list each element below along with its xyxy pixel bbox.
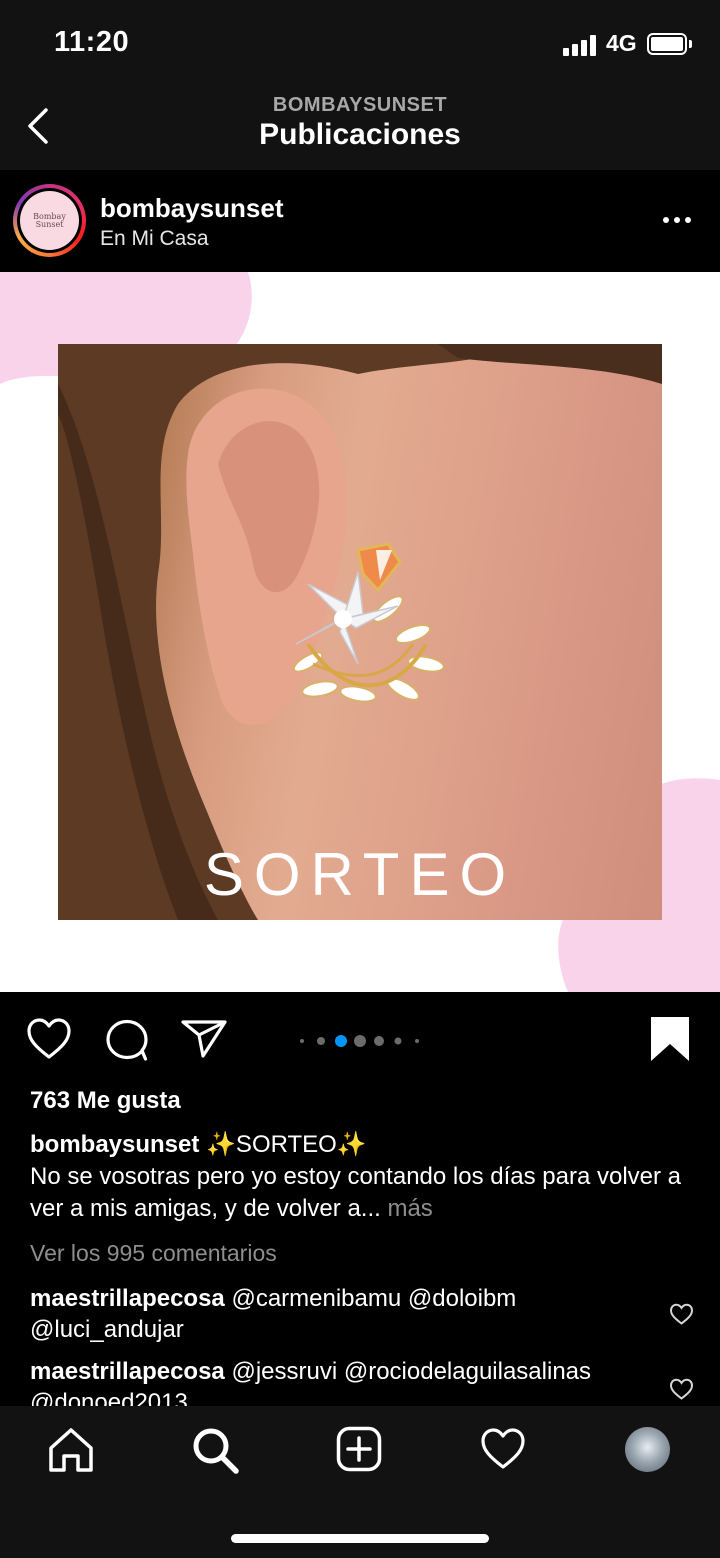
profile-avatar[interactable] — [625, 1427, 670, 1472]
network-type: 4G — [606, 30, 637, 56]
story-ring[interactable]: Bombay Sunset — [13, 184, 86, 257]
share-icon[interactable] — [180, 1018, 228, 1060]
comment-icon[interactable] — [104, 1018, 150, 1062]
page-title: Publicaciones — [259, 118, 461, 151]
new-post-icon[interactable] — [336, 1426, 382, 1472]
comment-like-icon[interactable] — [669, 1378, 694, 1400]
comment-like-icon[interactable] — [669, 1303, 694, 1325]
status-time: 11:20 — [54, 26, 130, 58]
battery-icon — [647, 33, 692, 55]
caption-username[interactable]: bombaysunset — [30, 1131, 199, 1158]
signal-icon — [563, 34, 597, 56]
nav-header: BOMBAYSUNSET Publicaciones — [0, 90, 720, 170]
view-comments-link[interactable]: Ver los 995 comentarios — [30, 1240, 277, 1267]
comment-username[interactable]: maestrillapecosa — [30, 1285, 225, 1312]
caption-text: No se vosotras pero yo estoy contando lo… — [30, 1163, 682, 1222]
status-bar: 11:20 4G — [0, 0, 720, 90]
post-location[interactable]: En Mi Casa — [100, 227, 209, 251]
home-indicator[interactable] — [231, 1534, 489, 1543]
post-username[interactable]: bombaysunset — [100, 193, 284, 224]
search-icon[interactable] — [190, 1425, 240, 1475]
bottom-tab-bar — [0, 1406, 720, 1558]
activity-heart-icon[interactable] — [480, 1428, 526, 1470]
post-caption: bombaysunset ✨SORTEO✨ No se vosotras per… — [30, 1129, 700, 1225]
likes-count[interactable]: 763 Me gusta — [30, 1087, 181, 1115]
comment-username[interactable]: maestrillapecosa — [30, 1358, 225, 1385]
caption-title: ✨SORTEO✨ — [206, 1131, 367, 1158]
post-header: Bombay Sunset bombaysunset En Mi Casa — [0, 170, 720, 272]
home-icon[interactable] — [47, 1426, 95, 1474]
avatar[interactable]: Bombay Sunset — [20, 191, 79, 250]
image-overlay-text: SORTEO — [203, 841, 517, 908]
header-subtitle: BOMBAYSUNSET — [272, 94, 448, 116]
comment-row: maestrillapecosa @carmenibamu @doloibm @… — [30, 1283, 630, 1345]
post-actions — [0, 992, 720, 1082]
caption-more-link[interactable]: más — [387, 1195, 432, 1222]
post-image[interactable]: SORTEO — [0, 272, 720, 992]
earring-photo: SORTEO — [58, 344, 662, 920]
heart-icon[interactable] — [26, 1018, 72, 1060]
bookmark-icon[interactable] — [650, 1016, 690, 1062]
carousel-indicator — [300, 1035, 419, 1047]
more-icon[interactable] — [660, 210, 694, 230]
